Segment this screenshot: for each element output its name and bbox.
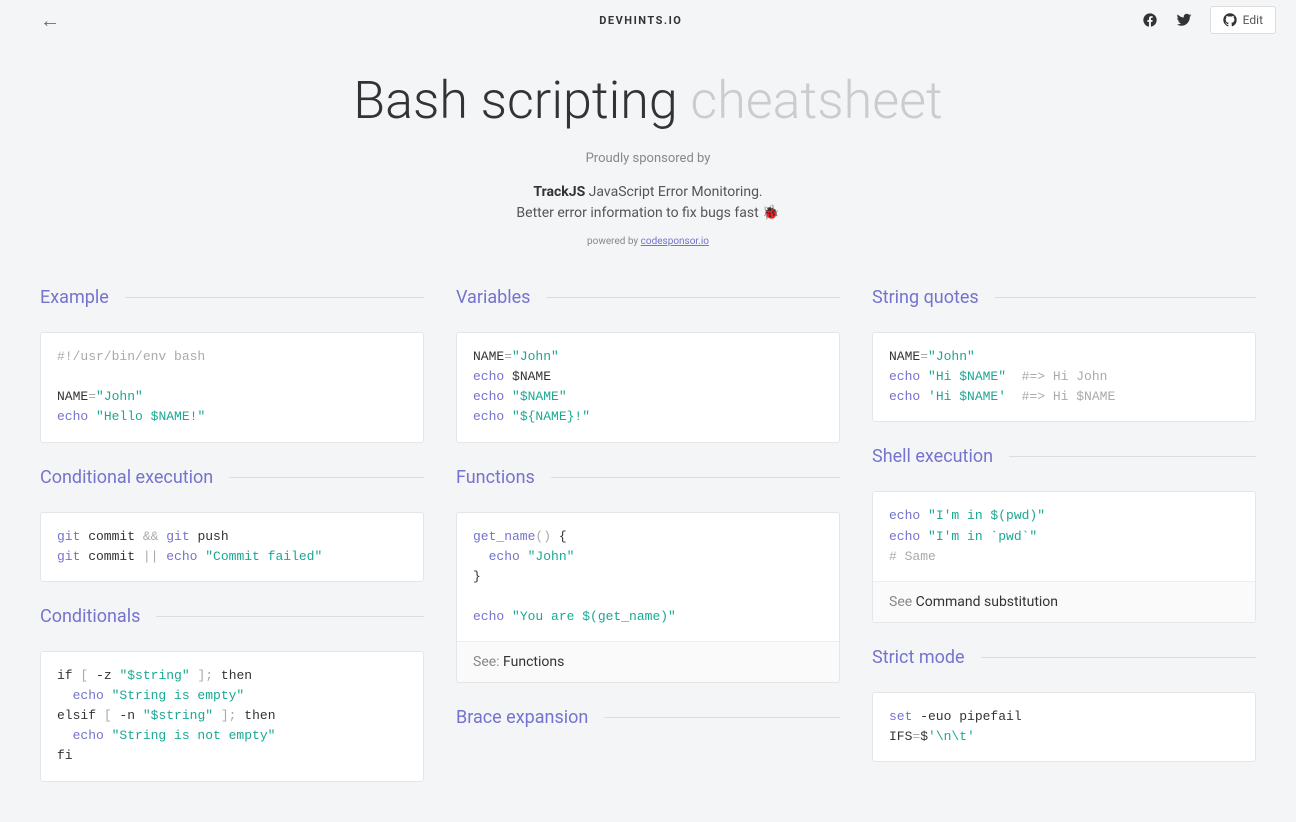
see-prefix: See:: [473, 654, 503, 670]
heading-functions: Functions: [456, 467, 840, 488]
sponsor-bold: TrackJS: [533, 184, 585, 200]
header: ← DEVHINTS.IO Edit: [0, 0, 1296, 40]
heading-example: Example: [40, 287, 424, 308]
edit-label: Edit: [1243, 13, 1263, 27]
sponsor-text: TrackJS JavaScript Error Monitoring. Bet…: [0, 182, 1296, 224]
card-quotes: NAME="John" echo "Hi $NAME" #=> Hi John …: [872, 332, 1256, 422]
code-quotes: NAME="John" echo "Hi $NAME" #=> Hi John …: [873, 333, 1255, 421]
column-1: Example #!/usr/bin/env bash NAME="John" …: [40, 287, 424, 782]
code-example: #!/usr/bin/env bash NAME="John" echo "He…: [41, 333, 423, 442]
title-suffix: cheatsheet: [690, 70, 942, 131]
columns: Example #!/usr/bin/env bash NAME="John" …: [0, 287, 1296, 822]
card-shell-exec: echo "I'm in $(pwd)" echo "I'm in `pwd`"…: [872, 491, 1256, 622]
heading-conditionals: Conditionals: [40, 606, 424, 627]
see-shell-exec: See Command substitution: [873, 581, 1255, 622]
title-main: Bash scripting: [353, 70, 677, 131]
card-conditionals: if [ -z "$string" ]; then echo "String i…: [40, 651, 424, 782]
card-functions: get_name() { echo "John" } echo "You are…: [456, 512, 840, 684]
facebook-icon[interactable]: [1142, 12, 1158, 28]
column-2: Variables NAME="John" echo $NAME echo "$…: [456, 287, 840, 728]
heading-quotes: String quotes: [872, 287, 1256, 308]
heading-cond-exec: Conditional execution: [40, 467, 424, 488]
see-functions: See: Functions: [457, 641, 839, 682]
powered-by: powered by codesponsor.io: [0, 236, 1296, 247]
github-icon: [1223, 13, 1237, 27]
heading-shell-exec: Shell execution: [872, 446, 1256, 467]
column-3: String quotes NAME="John" echo "Hi $NAME…: [872, 287, 1256, 762]
edit-button[interactable]: Edit: [1210, 6, 1276, 34]
sponsor-intro: Proudly sponsored by: [0, 151, 1296, 166]
heading-variables: Variables: [456, 287, 840, 308]
card-strict: set -euo pipefail IFS=$'\n\t': [872, 692, 1256, 762]
site-name[interactable]: DEVHINTS.IO: [599, 14, 682, 27]
page-title: Bash scripting cheatsheet: [0, 70, 1296, 131]
card-cond-exec: git commit && git push git commit || ech…: [40, 512, 424, 582]
code-strict: set -euo pipefail IFS=$'\n\t': [873, 693, 1255, 761]
see-link-functions[interactable]: Functions: [503, 654, 564, 670]
code-conditionals: if [ -z "$string" ]; then echo "String i…: [41, 652, 423, 781]
header-right: Edit: [1142, 6, 1276, 34]
header-left: ←: [40, 8, 140, 33]
sponsor-line2: Better error information to fix bugs fas…: [516, 205, 779, 221]
powered-prefix: powered by: [587, 236, 641, 247]
code-cond-exec: git commit && git push git commit || ech…: [41, 513, 423, 581]
powered-link[interactable]: codesponsor.io: [641, 236, 709, 247]
heading-strict: Strict mode: [872, 647, 1256, 668]
see-prefix-2: See: [889, 594, 916, 610]
sponsor-line1: JavaScript Error Monitoring.: [585, 184, 762, 200]
code-shell-exec: echo "I'm in $(pwd)" echo "I'm in `pwd`"…: [873, 492, 1255, 580]
title-section: Bash scripting cheatsheet Proudly sponso…: [0, 70, 1296, 247]
card-example: #!/usr/bin/env bash NAME="John" echo "He…: [40, 332, 424, 443]
card-variables: NAME="John" echo $NAME echo "$NAME" echo…: [456, 332, 840, 443]
see-link-cmdsub[interactable]: Command substitution: [916, 594, 1058, 610]
code-variables: NAME="John" echo $NAME echo "$NAME" echo…: [457, 333, 839, 442]
code-functions: get_name() { echo "John" } echo "You are…: [457, 513, 839, 642]
back-arrow-icon[interactable]: ←: [40, 8, 60, 32]
heading-brace: Brace expansion: [456, 707, 840, 728]
twitter-icon[interactable]: [1176, 12, 1192, 28]
